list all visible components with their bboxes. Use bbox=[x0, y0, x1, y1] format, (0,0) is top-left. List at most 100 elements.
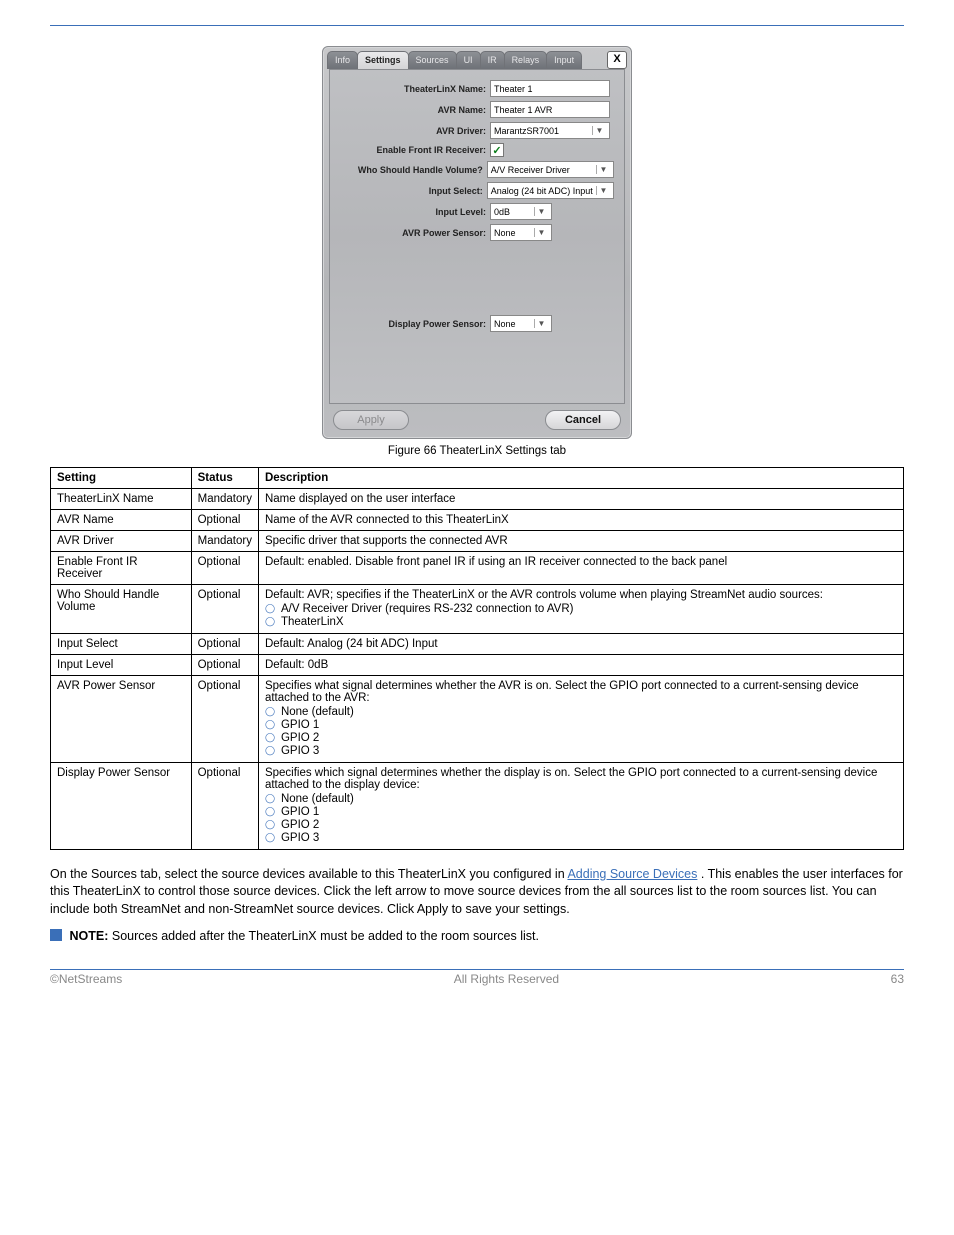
settings-table: Setting Status Description TheaterLinX N… bbox=[50, 467, 904, 850]
footer-left: ©NetStreams bbox=[50, 972, 122, 986]
avr-name-label: AVR Name: bbox=[340, 105, 490, 115]
chevron-down-icon: ▼ bbox=[534, 228, 548, 237]
tab-ir[interactable]: IR bbox=[480, 51, 505, 69]
tab-input[interactable]: Input bbox=[546, 51, 582, 69]
cell-setting: Input Select bbox=[51, 634, 192, 655]
cell-desc: Default: Analog (24 bit ADC) Input bbox=[258, 634, 903, 655]
note-block: NOTE: Sources added after the TheaterLin… bbox=[50, 928, 904, 943]
table-row: TheaterLinX NameMandatoryName displayed … bbox=[51, 489, 904, 510]
dialog-tabbar: Info Settings Sources UI IR Relays Input… bbox=[323, 47, 631, 69]
avr-driver-select[interactable]: MarantzSR7001 ▼ bbox=[490, 122, 610, 139]
th-status: Status bbox=[191, 468, 258, 489]
volume-handler-label: Who Should Handle Volume? bbox=[340, 165, 487, 175]
input-level-select[interactable]: 0dB ▼ bbox=[490, 203, 552, 220]
tab-sources[interactable]: Sources bbox=[408, 51, 457, 69]
th-desc: Description bbox=[258, 468, 903, 489]
tab-info[interactable]: Info bbox=[327, 51, 358, 69]
list-item: GPIO 1 bbox=[265, 719, 897, 731]
cancel-button[interactable]: Cancel bbox=[545, 410, 621, 430]
volume-handler-select[interactable]: A/V Receiver Driver ▼ bbox=[487, 161, 614, 178]
table-row: Display Power SensorOptionalSpecifies wh… bbox=[51, 763, 904, 850]
table-row: AVR Power SensorOptionalSpecifies what s… bbox=[51, 676, 904, 763]
chevron-down-icon: ▼ bbox=[534, 319, 548, 328]
cell-setting: AVR Driver bbox=[51, 531, 192, 552]
input-select-value: Analog (24 bit ADC) Input bbox=[491, 186, 593, 196]
cell-setting: Display Power Sensor bbox=[51, 763, 192, 850]
table-row: AVR NameOptionalName of the AVR connecte… bbox=[51, 510, 904, 531]
front-ir-checkbox[interactable]: ✓ bbox=[490, 143, 504, 157]
list-item: A/V Receiver Driver (requires RS-232 con… bbox=[265, 603, 897, 615]
close-icon[interactable]: X bbox=[607, 51, 627, 69]
cell-setting: AVR Name bbox=[51, 510, 192, 531]
chevron-down-icon: ▼ bbox=[592, 126, 606, 135]
footer-right: 63 bbox=[891, 972, 904, 986]
table-row: Enable Front IR ReceiverOptionalDefault:… bbox=[51, 552, 904, 585]
xref-adding-source-devices[interactable]: Adding Source Devices bbox=[567, 867, 697, 881]
cell-desc: Specific driver that supports the connec… bbox=[258, 531, 903, 552]
cell-status: Optional bbox=[191, 552, 258, 585]
cell-desc: Default: 0dB bbox=[258, 655, 903, 676]
display-power-label: Display Power Sensor: bbox=[340, 319, 490, 329]
para-pre: On the Sources tab, select the source de… bbox=[50, 867, 567, 881]
note-label: NOTE: bbox=[69, 929, 108, 943]
cell-status: Optional bbox=[191, 763, 258, 850]
cell-desc: Default: enabled. Disable front panel IR… bbox=[258, 552, 903, 585]
cell-status: Optional bbox=[191, 585, 258, 634]
list-item: GPIO 3 bbox=[265, 832, 897, 844]
tab-ui[interactable]: UI bbox=[456, 51, 481, 69]
cell-setting: Who Should Handle Volume bbox=[51, 585, 192, 634]
input-select-label: Input Select: bbox=[340, 186, 487, 196]
theaterlinx-name-label: TheaterLinX Name: bbox=[340, 84, 490, 94]
avr-name-input[interactable] bbox=[490, 101, 610, 118]
list-item: GPIO 1 bbox=[265, 806, 897, 818]
bottom-rule bbox=[50, 969, 904, 970]
cell-setting: Enable Front IR Receiver bbox=[51, 552, 192, 585]
display-power-select[interactable]: None ▼ bbox=[490, 315, 552, 332]
list-item: GPIO 3 bbox=[265, 745, 897, 757]
table-row: Input LevelOptionalDefault: 0dB bbox=[51, 655, 904, 676]
list-item: GPIO 2 bbox=[265, 732, 897, 744]
front-ir-label: Enable Front IR Receiver: bbox=[340, 145, 490, 155]
cell-status: Optional bbox=[191, 634, 258, 655]
note-icon bbox=[50, 929, 62, 941]
avr-power-select[interactable]: None ▼ bbox=[490, 224, 552, 241]
top-rule bbox=[50, 25, 904, 26]
cell-status: Mandatory bbox=[191, 489, 258, 510]
cell-desc: Default: AVR; specifies if the TheaterLi… bbox=[258, 585, 903, 634]
th-setting: Setting bbox=[51, 468, 192, 489]
theaterlinx-dialog: Info Settings Sources UI IR Relays Input… bbox=[322, 46, 632, 439]
footer-center: All Rights Reserved bbox=[454, 972, 559, 986]
cell-setting: Input Level bbox=[51, 655, 192, 676]
volume-handler-value: A/V Receiver Driver bbox=[491, 165, 593, 175]
avr-power-value: None bbox=[494, 228, 531, 238]
tab-settings[interactable]: Settings bbox=[357, 51, 409, 69]
apply-button[interactable]: Apply bbox=[333, 410, 409, 430]
table-row: Input SelectOptionalDefault: Analog (24 … bbox=[51, 634, 904, 655]
cell-desc: Specifies which signal determines whethe… bbox=[258, 763, 903, 850]
table-row: Who Should Handle VolumeOptionalDefault:… bbox=[51, 585, 904, 634]
avr-driver-value: MarantzSR7001 bbox=[494, 126, 589, 136]
tab-relays[interactable]: Relays bbox=[504, 51, 548, 69]
chevron-down-icon: ▼ bbox=[534, 207, 548, 216]
input-select-dropdown[interactable]: Analog (24 bit ADC) Input ▼ bbox=[487, 182, 614, 199]
cell-status: Optional bbox=[191, 676, 258, 763]
list-item: TheaterLinX bbox=[265, 616, 897, 628]
display-power-value: None bbox=[494, 319, 531, 329]
list-item: None (default) bbox=[265, 706, 897, 718]
sources-paragraph: On the Sources tab, select the source de… bbox=[50, 866, 904, 918]
cell-status: Optional bbox=[191, 510, 258, 531]
cell-desc: Specifies what signal determines whether… bbox=[258, 676, 903, 763]
figure-caption: Figure 66 TheaterLinX Settings tab bbox=[50, 445, 904, 457]
list-item: None (default) bbox=[265, 793, 897, 805]
cell-desc: Name displayed on the user interface bbox=[258, 489, 903, 510]
list-item: GPIO 2 bbox=[265, 819, 897, 831]
chevron-down-icon: ▼ bbox=[596, 186, 610, 195]
settings-panel: TheaterLinX Name: AVR Name: AVR Driver: … bbox=[329, 69, 625, 404]
cell-setting: TheaterLinX Name bbox=[51, 489, 192, 510]
table-row: AVR DriverMandatorySpecific driver that … bbox=[51, 531, 904, 552]
cell-status: Optional bbox=[191, 655, 258, 676]
theaterlinx-name-input[interactable] bbox=[490, 80, 610, 97]
cell-setting: AVR Power Sensor bbox=[51, 676, 192, 763]
chevron-down-icon: ▼ bbox=[596, 165, 610, 174]
input-level-label: Input Level: bbox=[340, 207, 490, 217]
